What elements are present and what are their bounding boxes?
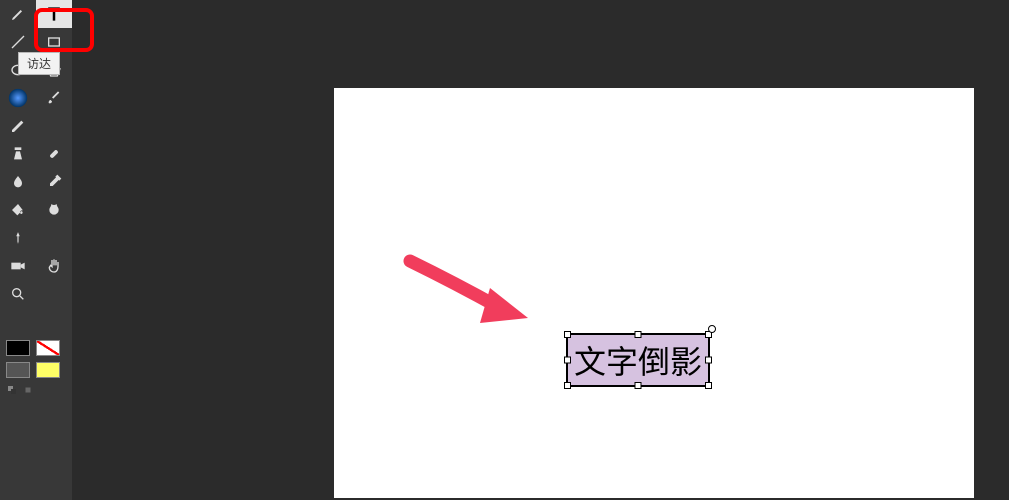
- eyedropper-tool[interactable]: [36, 168, 72, 196]
- empty-1: [36, 112, 72, 140]
- rotate-handle[interactable]: [708, 325, 716, 333]
- bucket-icon: [10, 202, 26, 218]
- text-box[interactable]: 文字倒影: [566, 333, 710, 387]
- fill-colors: [6, 362, 66, 378]
- pen-tool[interactable]: [0, 0, 36, 28]
- line-icon: [10, 34, 26, 50]
- swap-icon[interactable]: [6, 384, 18, 396]
- handle-top-left[interactable]: [564, 331, 571, 338]
- pen-icon: [10, 6, 26, 22]
- handle-bottom-right[interactable]: [705, 382, 712, 389]
- swap-reset-row: [6, 384, 66, 396]
- text-tool[interactable]: [36, 0, 72, 28]
- camera-icon: [10, 258, 26, 274]
- handle-mid-top[interactable]: [635, 331, 642, 338]
- empty-2: [36, 224, 72, 252]
- paintbrush-icon: [46, 90, 62, 106]
- stroke-colors: [6, 340, 66, 356]
- hand-icon: [46, 258, 62, 274]
- text-content: 文字倒影: [574, 344, 702, 380]
- reset-icon[interactable]: [22, 384, 34, 396]
- zoom-tool[interactable]: [0, 280, 36, 308]
- handle-bottom-left[interactable]: [564, 382, 571, 389]
- paintbrush-tool[interactable]: [36, 84, 72, 112]
- color-section: [6, 340, 66, 396]
- empty-3: [36, 280, 72, 308]
- gradient-icon: [7, 87, 29, 109]
- blur-icon: [10, 174, 26, 190]
- gradient-tool[interactable]: [0, 84, 36, 112]
- handle-mid-left[interactable]: [564, 357, 571, 364]
- pencil-icon: [10, 118, 26, 134]
- fill-primary[interactable]: [6, 362, 30, 378]
- clone-icon: [10, 146, 26, 162]
- tool-grid: [0, 0, 72, 308]
- tooltip: 访达: [18, 52, 60, 75]
- hand-tool[interactable]: [36, 252, 72, 280]
- text-icon: [44, 4, 64, 24]
- pin-icon: [11, 231, 25, 245]
- clone-tool[interactable]: [0, 140, 36, 168]
- pencil-tool[interactable]: [0, 112, 36, 140]
- canvas[interactable]: [334, 88, 974, 498]
- fill-secondary[interactable]: [36, 362, 60, 378]
- camera-tool[interactable]: [0, 252, 36, 280]
- handle-mid-bottom[interactable]: [635, 382, 642, 389]
- healing-tool[interactable]: [36, 140, 72, 168]
- pin-tool[interactable]: [0, 224, 36, 252]
- smudge-icon: [46, 202, 62, 218]
- text-selection[interactable]: 文字倒影: [566, 333, 710, 387]
- stroke-foreground[interactable]: [6, 340, 30, 356]
- toolbar: [0, 0, 72, 500]
- eyedropper-icon: [46, 174, 62, 190]
- zoom-icon: [10, 286, 26, 302]
- smudge-tool[interactable]: [36, 196, 72, 224]
- healing-icon: [46, 146, 62, 162]
- rect-icon: [46, 34, 62, 50]
- bucket-tool[interactable]: [0, 196, 36, 224]
- blur-tool[interactable]: [0, 168, 36, 196]
- stroke-background[interactable]: [36, 340, 60, 356]
- handle-mid-right[interactable]: [705, 357, 712, 364]
